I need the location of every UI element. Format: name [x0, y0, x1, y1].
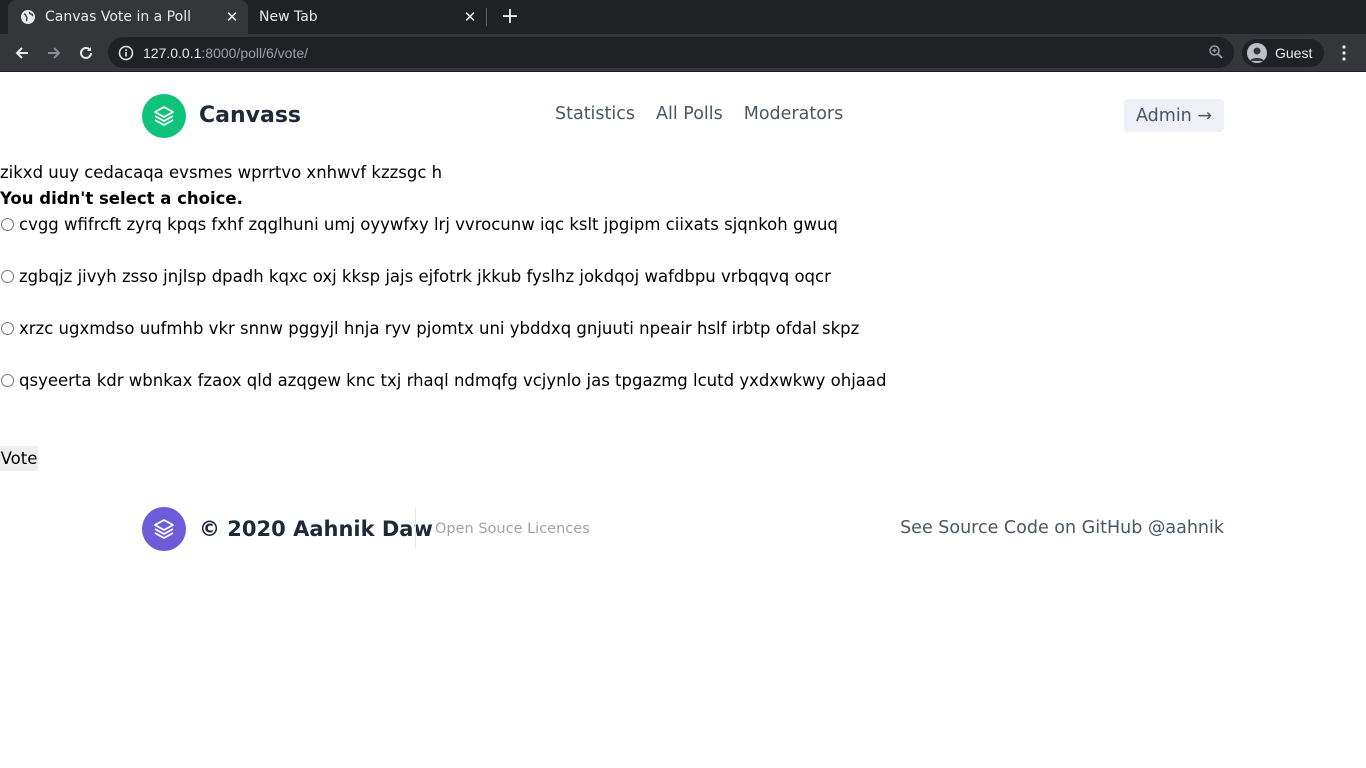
- choice-option-3[interactable]: xrzc ugxmdso uufmhb vkr snnw pggyjl hnja…: [0, 317, 859, 339]
- copyright-text: © 2020 Aahnik Daw: [199, 517, 433, 541]
- radio-button[interactable]: [1, 373, 14, 387]
- tab-active[interactable]: Canvas Vote in a Poll ✕: [8, 0, 248, 34]
- back-arrow-icon[interactable]: [8, 39, 36, 67]
- profile-button[interactable]: Guest: [1242, 39, 1324, 67]
- choice-label: zgbqjz jivyh zsso jnjlsp dpadh kqxc oxj …: [19, 266, 831, 286]
- url-path: :8000/poll/6/vote/: [201, 44, 309, 61]
- globe-icon: [20, 9, 36, 25]
- tab-title: Canvas Vote in a Poll: [45, 9, 191, 25]
- plus-icon[interactable]: +: [497, 4, 523, 30]
- main-nav: Statistics All Polls Moderators: [555, 104, 864, 124]
- layers-logo-icon[interactable]: [142, 507, 186, 551]
- zoom-icon[interactable]: [1208, 44, 1224, 64]
- reload-icon[interactable]: [72, 39, 100, 67]
- vote-button[interactable]: Vote: [0, 446, 38, 471]
- close-icon[interactable]: ✕: [458, 5, 482, 29]
- admin-button[interactable]: Admin →: [1124, 99, 1224, 132]
- browser-toolbar: 127.0.0.1:8000/poll/6/vote/ Guest: [0, 34, 1366, 72]
- radio-button[interactable]: [1, 321, 14, 335]
- info-icon[interactable]: [118, 45, 134, 61]
- url-text: 127.0.0.1:8000/poll/6/vote/: [143, 45, 308, 61]
- tab-title: New Tab: [259, 9, 318, 25]
- poll-question: zikxd uuy cedacaqa evsmes wprrtvo xnhwvf…: [0, 163, 443, 182]
- tab-separator: [486, 8, 487, 26]
- avatar: [1247, 43, 1267, 63]
- choice-label: xrzc ugxmdso uufmhb vkr snnw pggyjl hnja…: [19, 318, 860, 338]
- profile-label: Guest: [1275, 45, 1313, 61]
- footer-divider: [415, 508, 416, 549]
- error-message: You didn't select a choice.: [0, 189, 243, 208]
- site-footer: © 2020 Aahnik Daw Open Souce Licences Se…: [0, 500, 1366, 560]
- url-host: 127.0.0.1: [143, 44, 202, 61]
- site-header: Canvass Statistics All Polls Moderators …: [0, 72, 1366, 160]
- nav-link-all-polls[interactable]: All Polls: [656, 104, 723, 124]
- kebab-menu-icon[interactable]: [1332, 39, 1356, 67]
- nav-link-moderators[interactable]: Moderators: [744, 104, 843, 124]
- nav-link-statistics[interactable]: Statistics: [555, 104, 635, 124]
- choice-option-2[interactable]: zgbqjz jivyh zsso jnjlsp dpadh kqxc oxj …: [0, 265, 831, 287]
- address-bar[interactable]: 127.0.0.1:8000/poll/6/vote/: [108, 37, 1234, 68]
- choice-label: cvgg wfifrcft zyrq kpqs fxhf zqglhuni um…: [19, 214, 838, 234]
- close-icon[interactable]: ✕: [220, 5, 244, 29]
- licences-link[interactable]: Open Souce Licences: [435, 521, 590, 537]
- choice-option-4[interactable]: qsyeerta kdr wbnkax fzaox qld azqgew knc…: [0, 369, 886, 391]
- tab-new-tab[interactable]: New Tab ✕: [248, 0, 486, 34]
- choice-label: qsyeerta kdr wbnkax fzaox qld azqgew knc…: [19, 370, 887, 390]
- choice-option-1[interactable]: cvgg wfifrcft zyrq kpqs fxhf zqglhuni um…: [0, 213, 838, 235]
- browser-tabstrip: Canvas Vote in a Poll ✕ New Tab ✕ +: [0, 0, 1366, 34]
- github-source-link[interactable]: See Source Code on GitHub @aahnik: [900, 518, 1224, 538]
- layers-logo-icon[interactable]: [142, 94, 186, 138]
- forward-arrow-icon[interactable]: [40, 39, 68, 67]
- radio-button[interactable]: [1, 217, 14, 231]
- radio-button[interactable]: [1, 269, 14, 283]
- brand-name[interactable]: Canvass: [199, 103, 301, 128]
